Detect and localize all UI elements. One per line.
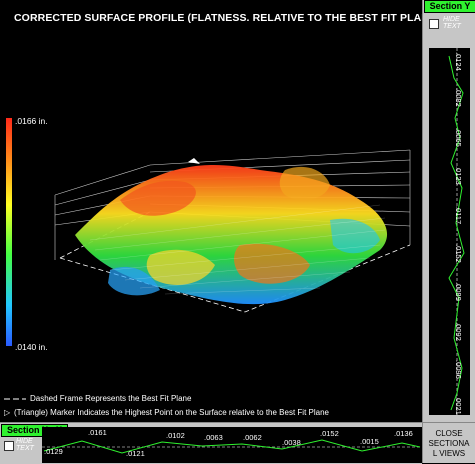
marker-note: (Triangle) Marker Indicates the Highest … <box>14 408 329 417</box>
close-sectional-views-button[interactable]: CLOSE SECTIONA L VIEWS <box>422 422 475 463</box>
section-y-hide-text-label: HIDE TEXT <box>443 16 461 30</box>
section-y-value: .0096 <box>454 360 463 379</box>
dashed-legend-icon <box>4 398 26 400</box>
section-y-value: .0065 <box>454 128 463 147</box>
section-x-value: .0063 <box>204 433 223 442</box>
section-y-value: .0117 <box>454 206 463 225</box>
section-x-hide-text-label: HIDE TEXT <box>16 438 34 452</box>
section-y-hide-text-checkbox[interactable] <box>429 19 439 29</box>
section-x-panel: Section X - X HIDE TEXT .0129 .0161 .012… <box>0 422 422 464</box>
section-y-tab[interactable]: Section Y <box>424 0 475 13</box>
section-x-value: .0015 <box>360 437 379 446</box>
section-x-value: .0102 <box>166 431 185 440</box>
section-x-hide-text-checkbox[interactable] <box>4 441 14 451</box>
section-y-value: .0021 <box>454 396 463 415</box>
close-button-line1: CLOSE <box>435 429 463 438</box>
dashed-frame-note: Dashed Frame Represents the Best Fit Pla… <box>30 394 192 403</box>
section-x-value: .0152 <box>320 429 339 438</box>
section-x-value: .0062 <box>243 433 262 442</box>
triangle-marker-icon: ▷ <box>4 408 11 417</box>
surface-plot-view: CORRECTED SURFACE PROFILE (FLATNESS. REL… <box>0 0 436 422</box>
section-x-value: .0129 <box>44 447 63 456</box>
colorbar-min-label: .0140 in. <box>15 342 48 352</box>
section-y-profile-plot: .0124 .0082 .0065 .0123 .0117 .0152 .008… <box>429 48 470 415</box>
highest-point-marker <box>188 158 200 164</box>
close-button-line2: SECTIONA <box>428 439 470 448</box>
section-x-value: .0038 <box>282 438 301 447</box>
section-x-value: .0161 <box>88 428 107 437</box>
section-y-value: .0082 <box>454 88 463 107</box>
section-y-value: .0123 <box>454 166 463 185</box>
section-y-value: .0092 <box>454 322 463 341</box>
color-scale-bar <box>6 118 12 346</box>
section-x-value: .0121 <box>126 449 145 458</box>
close-button-line3: L VIEWS <box>432 449 466 458</box>
colorbar-max-label: .0166 in. <box>15 116 48 126</box>
surface-3d-mesh <box>54 149 411 313</box>
section-x-value: .0136 <box>394 429 413 438</box>
section-y-panel: Section Y HIDE TEXT .0124 .0082 .0065 .0… <box>422 0 475 422</box>
section-y-value: .0124 <box>454 52 463 71</box>
section-x-profile-plot: .0129 .0161 .0121 .0102 .0063 .0062 .003… <box>42 427 422 463</box>
section-y-value: .0152 <box>454 244 463 263</box>
section-y-value: .0089 <box>454 282 463 301</box>
